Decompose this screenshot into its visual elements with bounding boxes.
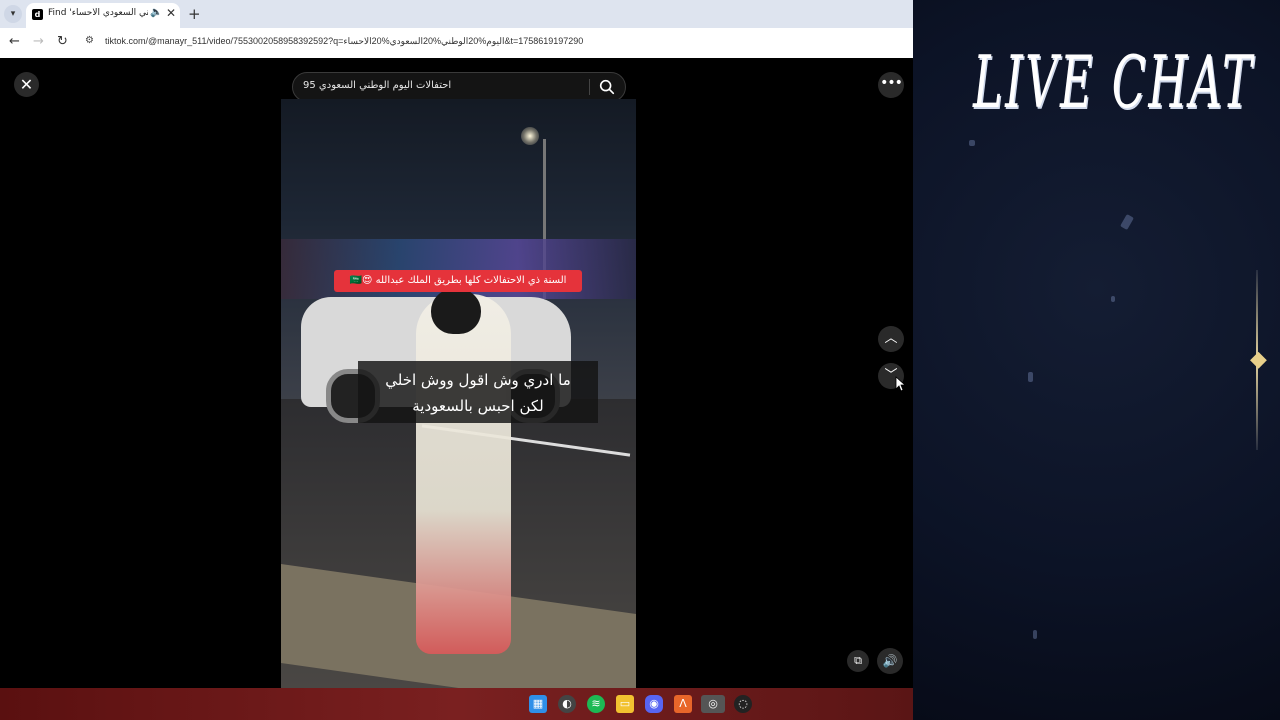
search-divider: [589, 79, 590, 95]
decorative-speck: [1028, 372, 1033, 382]
tab-search-icon[interactable]: ▾: [4, 5, 22, 23]
tab-title: Find 'اليوم الوطني السعودي الاحساء': [48, 8, 148, 18]
chrome-icon[interactable]: ◎: [701, 695, 725, 713]
video-caption: ما ادري وش اقول ووش اخلي لكن احبس بالسعو…: [358, 361, 598, 423]
new-tab-button[interactable]: +: [188, 5, 201, 23]
street-lamp: [521, 127, 539, 145]
tab-close-icon[interactable]: ✕: [166, 6, 176, 20]
browser-window: ▾ d Find 'اليوم الوطني السعودي الاحساء' …: [0, 0, 913, 688]
discord-icon[interactable]: ◉: [645, 695, 663, 713]
chat-scroll-thumb[interactable]: ◆: [1250, 345, 1267, 375]
tiktok-favicon-icon: d: [32, 9, 43, 20]
person-head: [431, 289, 481, 334]
speaker-icon[interactable]: 🔈: [150, 7, 162, 18]
search-icon[interactable]: [598, 78, 616, 96]
forward-icon[interactable]: →: [33, 34, 44, 49]
tab-strip: ▾ d Find 'اليوم الوطني السعودي الاحساء' …: [0, 0, 913, 28]
decorative-speck: [969, 140, 975, 146]
caption-line-2: لكن احبس بالسعودية: [412, 397, 544, 415]
taskbar: ▦ ◐ ≋ ▭ ◉ Λ ◎ ◌: [0, 688, 913, 720]
browser-toolbar: ← → ↻ ⚙ tiktok.com/@manayr_511/video/755…: [0, 28, 913, 59]
previous-video-button[interactable]: ︿: [878, 326, 904, 352]
address-bar[interactable]: tiktok.com/@manayr_511/video/75530020589…: [105, 36, 583, 47]
volume-icon[interactable]: 🔊: [877, 648, 903, 674]
search-query-text: احتفالات اليوم الوطني السعودي 95: [303, 80, 452, 91]
reload-icon[interactable]: ↻: [57, 34, 68, 49]
search-input[interactable]: احتفالات اليوم الوطني السعودي 95: [292, 72, 626, 102]
video-player[interactable]: السنة ذي الاحتفالات كلها بطريق الملك عبد…: [281, 99, 636, 688]
mouse-cursor-icon: [895, 376, 905, 392]
video-banner-text: السنة ذي الاحتفالات كلها بطريق الملك عبد…: [334, 270, 582, 292]
close-video-button[interactable]: ✕: [14, 72, 39, 97]
obs-icon[interactable]: ◌: [734, 695, 752, 713]
app-icon[interactable]: ◐: [558, 695, 576, 713]
windows-start-icon[interactable]: ▦: [529, 695, 547, 713]
caption-line-1: ما ادري وش اقول ووش اخلي: [385, 371, 571, 389]
person-in-thobe: [416, 294, 511, 654]
tiktok-viewer: ✕ احتفالات اليوم الوطني السعودي 95 ••• ا…: [0, 58, 913, 688]
live-chat-title: LIVE CHAT: [973, 40, 1255, 124]
live-chat-panel: LIVE CHAT ◆: [913, 0, 1280, 720]
more-options-icon[interactable]: •••: [878, 72, 904, 98]
decorative-speck: [1111, 296, 1115, 302]
site-settings-icon[interactable]: ⚙: [85, 35, 94, 46]
decorative-speck: [1120, 213, 1134, 231]
file-explorer-icon[interactable]: ▭: [616, 695, 634, 713]
browser-tab[interactable]: d Find 'اليوم الوطني السعودي الاحساء' 🔈 …: [26, 3, 180, 28]
spotify-icon[interactable]: ≋: [587, 695, 605, 713]
back-icon[interactable]: ←: [9, 34, 20, 49]
picture-in-picture-icon[interactable]: ⧉: [847, 650, 869, 672]
app-icon[interactable]: Λ: [674, 695, 692, 713]
decorative-speck: [1033, 630, 1037, 639]
